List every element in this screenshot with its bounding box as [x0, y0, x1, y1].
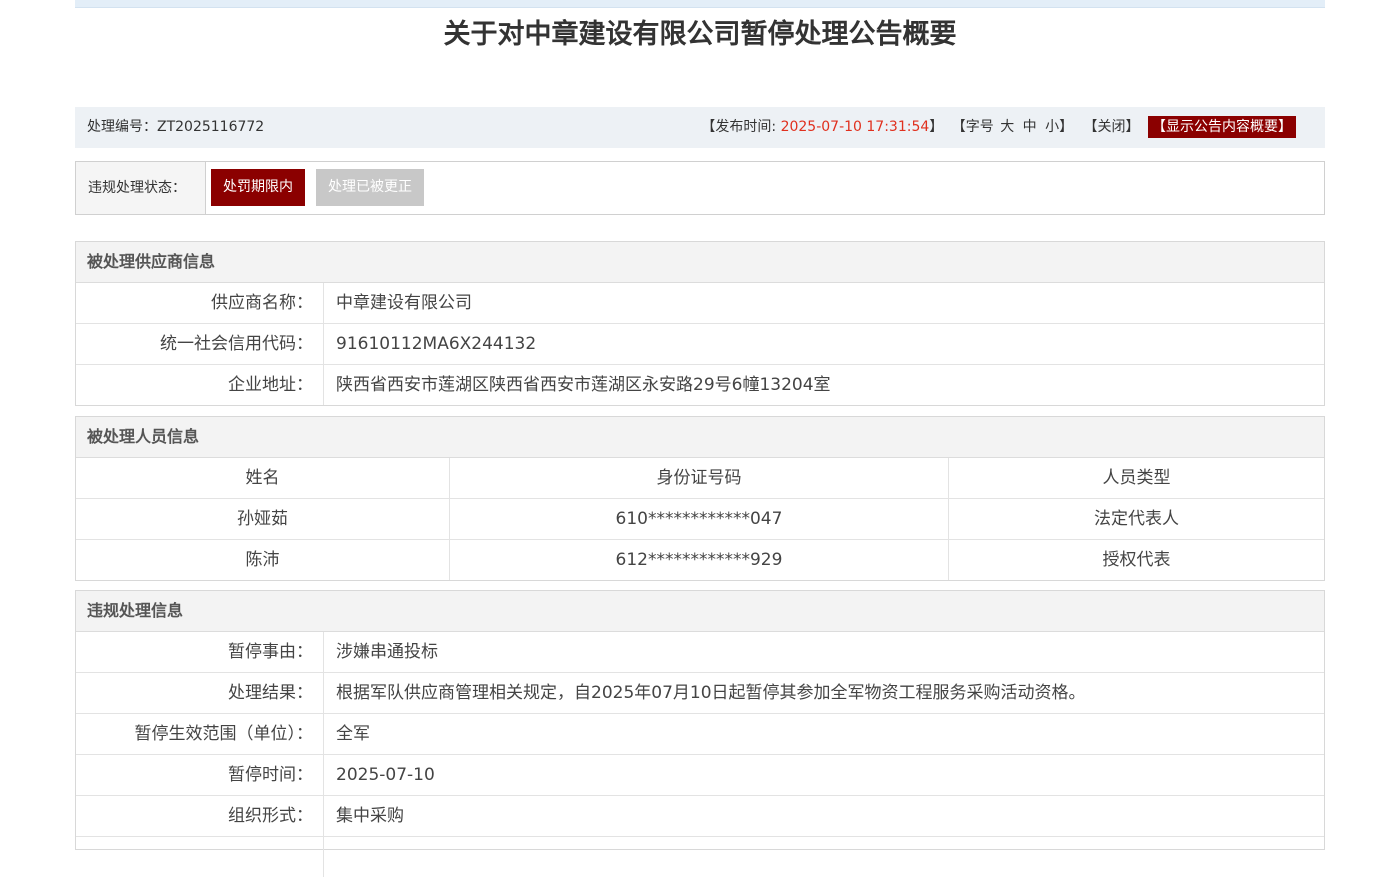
column-header-name: 姓名 [76, 458, 450, 498]
supplier-value: 中章建设有限公司 [336, 293, 472, 313]
process-code-label: 处理编号： [87, 119, 157, 135]
font-size-label: 【字号 [951, 119, 994, 135]
person-name: 陈沛 [76, 540, 450, 580]
page: 关于对中章建设有限公司暂停处理公告概要 处理编号：ZT2025116772 【发… [75, 0, 1325, 877]
status-label: 违规处理状态： [76, 162, 206, 214]
violation-row: 暂停生效范围（单位）： 全军 [76, 714, 1324, 755]
persons-section: 被处理人员信息 姓名 身份证号码 人员类型 孙娅茹 610***********… [75, 416, 1325, 581]
publish-end: 】 [929, 119, 944, 135]
violation-value: 集中采购 [336, 806, 404, 826]
violation-value: 2025-07-10 [336, 765, 435, 785]
process-code-value: ZT2025116772 [157, 119, 265, 135]
publish-time: 2025-07-10 17:31:54 [780, 119, 930, 135]
supplier-key: 统一社会信用代码： [76, 324, 324, 364]
violation-section: 违规处理信息 暂停事由： 涉嫌串通投标 处理结果： 根据军队供应商管理相关规定，… [75, 590, 1325, 877]
supplier-key: 企业地址： [76, 365, 324, 405]
table-row: 孙娅茹 610************047 法定代表人 [76, 499, 1324, 540]
table-row: 陈沛 612************929 授权代表 [76, 540, 1324, 580]
column-header-id: 身份证号码 [450, 458, 949, 498]
violation-row: 暂停事由： 涉嫌串通投标 [76, 632, 1324, 673]
violation-key: 暂停生效范围（单位）： [76, 714, 324, 754]
violation-value [324, 837, 1324, 877]
persons-header-row: 姓名 身份证号码 人员类型 [76, 458, 1324, 499]
info-bar: 处理编号：ZT2025116772 【发布时间: 2025-07-10 17:3… [75, 107, 1325, 148]
person-id: 612************929 [450, 540, 949, 580]
violation-heading: 违规处理信息 [76, 591, 1324, 632]
page-title: 关于对中章建设有限公司暂停处理公告概要 [443, 19, 957, 50]
close-button[interactable]: 【关闭】 [1084, 119, 1140, 135]
status-tag-corrected[interactable]: 处理已被更正 [316, 169, 424, 206]
supplier-row: 供应商名称： 中章建设有限公司 [76, 283, 1324, 324]
violation-row: 暂停时间： 2025-07-10 [76, 755, 1324, 796]
top-border [75, 0, 1325, 8]
publish-label: 【发布时间: [701, 119, 781, 135]
font-size-medium-button[interactable]: 中 [1023, 119, 1037, 135]
supplier-row: 统一社会信用代码： 91610112MA6X244132 [76, 324, 1324, 365]
show-summary-button[interactable]: 【显示公告内容概要】 [1148, 116, 1296, 138]
violation-status: 违规处理状态： 处罚期限内 处理已被更正 [75, 161, 1325, 215]
supplier-value: 91610112MA6X244132 [336, 334, 537, 354]
process-code: 处理编号：ZT2025116772 [87, 107, 264, 148]
persons-heading: 被处理人员信息 [76, 417, 1324, 458]
violation-row: 处理结果： 根据军队供应商管理相关规定，自2025年07月10日起暂停其参加全军… [76, 673, 1324, 714]
violation-key [76, 837, 324, 877]
supplier-value: 陕西省西安市莲湖区陕西省西安市莲湖区永安路29号6幢13204室 [336, 375, 831, 395]
violation-key: 处理结果： [76, 673, 324, 713]
violation-row: 组织形式： 集中采购 [76, 796, 1324, 837]
person-name: 孙娅茹 [76, 499, 450, 539]
font-size-small-button[interactable]: 小】 [1045, 119, 1073, 135]
info-tools: 【发布时间: 2025-07-10 17:31:54】 【字号 大 中 小】 【… [701, 107, 1296, 148]
violation-value: 根据军队供应商管理相关规定，自2025年07月10日起暂停其参加全军物资工程服务… [336, 683, 1086, 703]
violation-value: 涉嫌串通投标 [336, 642, 438, 662]
violation-key: 暂停时间： [76, 755, 324, 795]
violation-key: 组织形式： [76, 796, 324, 836]
violation-key: 暂停事由： [76, 632, 324, 672]
supplier-heading: 被处理供应商信息 [76, 242, 1324, 283]
supplier-section: 被处理供应商信息 供应商名称： 中章建设有限公司 统一社会信用代码： 91610… [75, 241, 1325, 406]
person-id: 610************047 [450, 499, 949, 539]
supplier-row: 企业地址： 陕西省西安市莲湖区陕西省西安市莲湖区永安路29号6幢13204室 [76, 365, 1324, 405]
person-type: 法定代表人 [1094, 509, 1179, 529]
supplier-key: 供应商名称： [76, 283, 324, 323]
status-tag-active[interactable]: 处罚期限内 [211, 169, 305, 206]
font-size-large-button[interactable]: 大 [1000, 119, 1014, 135]
violation-row [76, 837, 1324, 877]
violation-value: 全军 [336, 724, 370, 744]
person-type: 授权代表 [1102, 550, 1171, 570]
column-header-type: 人员类型 [1102, 468, 1171, 488]
